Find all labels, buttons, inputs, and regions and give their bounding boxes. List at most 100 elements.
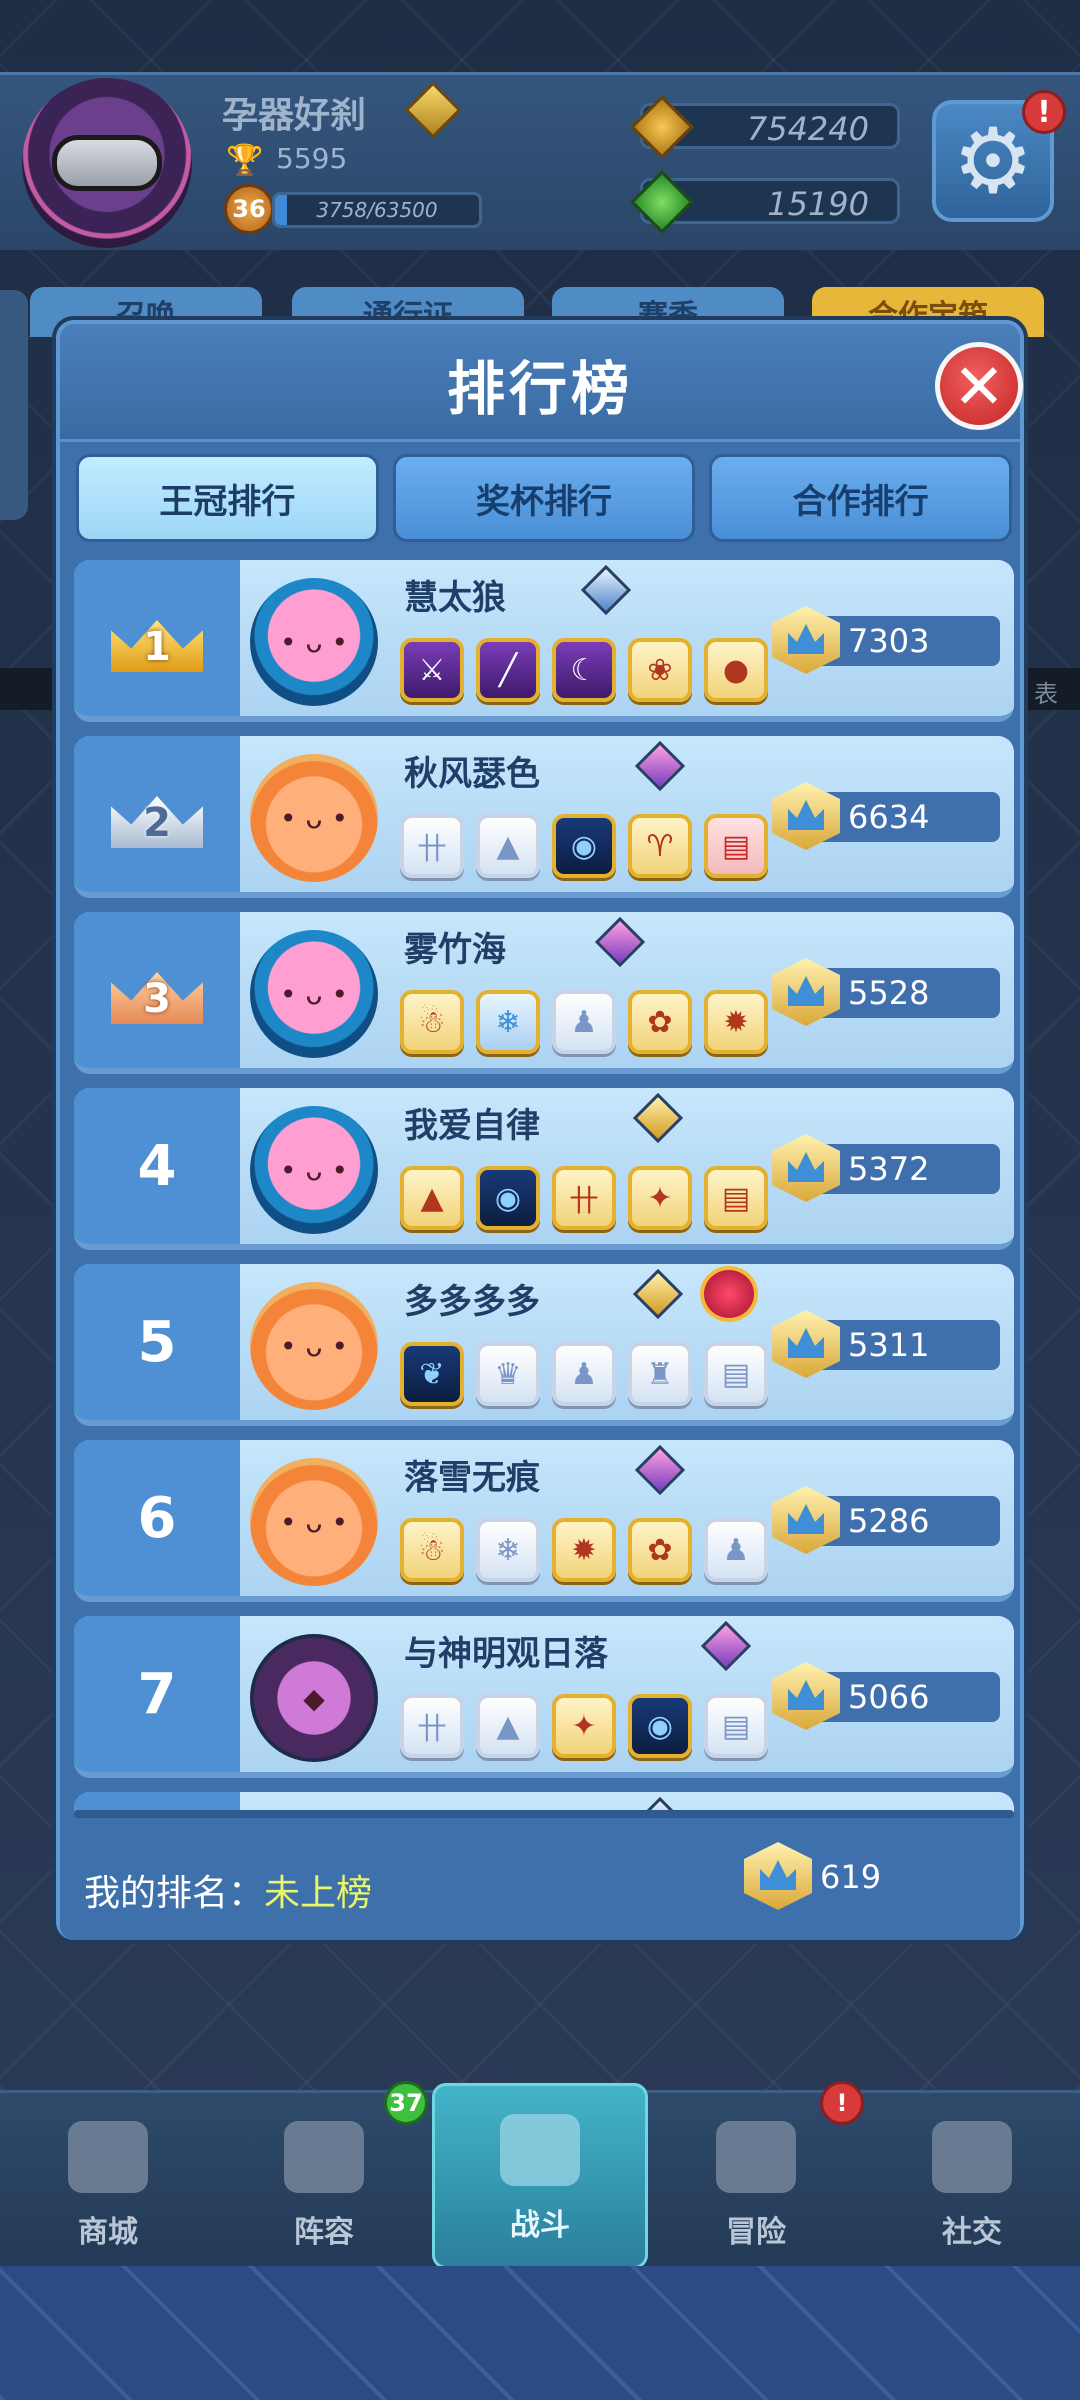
- player-name: 落雪无痕: [404, 1458, 540, 1498]
- lion-card-icon: ◉: [476, 1166, 540, 1230]
- leaderboard-list[interactable]: 1 • ᴗ • 慧太狼 ⚔ ╱ ☾ ❀ ● 7303 2 • ᴗ • 秋风瑟色: [74, 560, 1014, 1812]
- butterfly-card-icon: ✦: [628, 1166, 692, 1230]
- tab-coop-ranking[interactable]: 合作排行: [709, 454, 1013, 542]
- rank-number: 7: [137, 1661, 177, 1727]
- tier-badge-icon: [580, 564, 632, 616]
- heart-badge-icon: [700, 1266, 758, 1322]
- paw-card-icon: ❀: [628, 638, 692, 702]
- my-rank-value: 未上榜: [264, 1873, 373, 1914]
- leaderboard-row[interactable]: 3 • ᴗ • 雾竹海 ☃ ❄ ♟ ✿ ✹ 5528: [74, 912, 1014, 1074]
- lion-card-icon: ◉: [628, 1694, 692, 1758]
- player-name: 孕器好刹: [222, 95, 367, 136]
- lineup-count-badge: 37: [384, 2081, 428, 2125]
- card-lineup: 卄 ▲ ✦ ◉ ▤: [400, 1694, 768, 1758]
- leaderboard-row[interactable]: 4 • ᴗ • 我爱自律 ▲ ◉ 卄 ✦ ▤ 5372: [74, 1088, 1014, 1250]
- nav-battle[interactable]: 战斗: [432, 2083, 648, 2269]
- trophy-icon: 🏆: [226, 143, 264, 178]
- rank-cell: [74, 1792, 240, 1812]
- leaderboard-modal: 排行榜 ✕ 王冠排行 奖杯排行 合作排行 1 • ᴗ • 慧太狼 ⚔ ╱ ☾ ❀…: [56, 320, 1024, 1940]
- silver-crown-icon: 2: [103, 772, 211, 856]
- player-name: 慧太狼: [404, 578, 506, 618]
- tab-crown-ranking[interactable]: 王冠排行: [76, 454, 379, 542]
- coin-counter[interactable]: 754240: [630, 95, 900, 159]
- gem-counter[interactable]: 15190: [630, 170, 900, 234]
- lion-card-icon: ◉: [552, 814, 616, 878]
- nav-label: 阵容: [294, 2215, 354, 2250]
- rune-card-icon: 卄: [400, 814, 464, 878]
- pet-avatar[interactable]: • ᴗ •: [250, 578, 378, 706]
- card-lineup: ⚔ ╱ ☾ ❀ ●: [400, 638, 768, 702]
- leaderboard-row[interactable]: 7 ◆ 与神明观日落 卄 ▲ ✦ ◉ ▤ 5066: [74, 1616, 1014, 1778]
- xp-text: 3758/63500: [316, 198, 438, 222]
- duo-card-icon: ♟: [552, 1342, 616, 1406]
- player-name: 多多多多: [404, 1282, 540, 1322]
- drum-card-icon: ▤: [704, 814, 768, 878]
- drum-card-icon: ▤: [704, 1166, 768, 1230]
- rune-card-icon: 卄: [400, 1694, 464, 1758]
- card-lineup: ▲ ◉ 卄 ✦ ▤: [400, 1166, 768, 1230]
- my-rank-label: 我的排名：未上榜: [84, 1864, 372, 1916]
- leaderboard-row[interactable]: 2 • ᴗ • 秋风瑟色 卄 ▲ ◉ ♈ ▤ 6634: [74, 736, 1014, 898]
- pet-avatar[interactable]: • ᴗ •: [250, 754, 378, 882]
- close-button[interactable]: ✕: [935, 342, 1023, 430]
- frost-card-icon: ❄: [476, 1518, 540, 1582]
- player-name: 我爱自律: [404, 1106, 540, 1146]
- drum-card-icon: ▤: [704, 1342, 768, 1406]
- player-name: 秋风瑟色: [404, 754, 540, 794]
- rank-number: 1: [143, 624, 171, 670]
- pet-avatar[interactable]: • ᴗ •: [250, 1282, 378, 1410]
- leaderboard-row[interactable]: 1 • ᴗ • 慧太狼 ⚔ ╱ ☾ ❀ ● 7303: [74, 560, 1014, 722]
- shop-icon: [68, 2121, 148, 2193]
- rank-number: 3: [143, 976, 171, 1022]
- nav-adventure[interactable]: 冒险 !: [648, 2081, 864, 2269]
- demon-card-icon: ✹: [704, 990, 768, 1054]
- leaderboard-row[interactable]: 5 • ᴗ • 多多多多 ❦ ♛ ♟ ♜ ▤ 5311: [74, 1264, 1014, 1426]
- my-rank-footer: 我的排名：未上榜 619: [60, 1826, 1020, 1940]
- nav-lineup[interactable]: 阵容 37: [216, 2081, 432, 2269]
- duo-card-icon: ♟: [704, 1518, 768, 1582]
- scythe-card-icon: ⚔: [400, 638, 464, 702]
- bottom-nav: 商城 阵容 37 战斗 冒险 ! 社交: [0, 2081, 1080, 2269]
- snowman-card-icon: ☃: [400, 1518, 464, 1582]
- potion-card-icon: ●: [704, 638, 768, 702]
- level-badge: 36: [224, 184, 274, 234]
- tier-badge-icon: [700, 1620, 752, 1672]
- pet-avatar[interactable]: ◆: [250, 1634, 378, 1762]
- crossed-swords-icon: [500, 2114, 580, 2186]
- tab-trophy-ranking[interactable]: 奖杯排行: [392, 454, 696, 542]
- gear-icon: ⚙: [952, 108, 1034, 214]
- pet-avatar[interactable]: • ᴗ •: [250, 1106, 378, 1234]
- my-rank-label-text: 我的排名：: [84, 1873, 265, 1914]
- tier-badge-icon: [594, 916, 646, 968]
- player-name: 雾竹海: [404, 930, 506, 970]
- rank-cell: 6: [74, 1440, 240, 1596]
- rank-cell: 5: [74, 1264, 240, 1420]
- card-lineup: ❦ ♛ ♟ ♜ ▤: [400, 1342, 768, 1406]
- player-avatar[interactable]: [22, 78, 192, 248]
- card-lineup: ☃ ❄ ✹ ✿ ♟: [400, 1518, 768, 1582]
- leaderboard-row[interactable]: 6 • ᴗ • 落雪无痕 ☃ ❄ ✹ ✿ ♟ 5286: [74, 1440, 1014, 1602]
- volcano-card-icon: ▲: [476, 814, 540, 878]
- tier-badge-icon: [634, 1444, 686, 1496]
- settings-alert-badge: !: [1022, 90, 1066, 134]
- leaderboard-row[interactable]: 我是始皇: [74, 1792, 1014, 1812]
- rank-number: 5: [137, 1309, 177, 1375]
- adventure-alert-badge: !: [820, 2081, 864, 2125]
- pet-avatar[interactable]: • ᴗ •: [250, 1458, 378, 1586]
- rank-cell: 7: [74, 1616, 240, 1772]
- nav-label: 商城: [78, 2215, 138, 2250]
- volcano-card-icon: ▲: [400, 1166, 464, 1230]
- tier-badge-icon: [632, 1268, 684, 1320]
- ghost-card-icon: ☾: [552, 638, 616, 702]
- modal-header: 排行榜: [60, 324, 1020, 442]
- pet-avatar[interactable]: • ᴗ •: [250, 930, 378, 1058]
- modal-title: 排行榜: [446, 355, 633, 423]
- chat-icon: [932, 2121, 1012, 2193]
- trophy-count: 5595: [276, 142, 348, 175]
- xp-bar: 3758/63500: [272, 192, 482, 228]
- nav-shop[interactable]: 商城: [0, 2093, 216, 2269]
- blossom-card-icon: ✿: [628, 990, 692, 1054]
- drum-card-icon: ▤: [704, 1694, 768, 1758]
- tier-badge-icon: [634, 740, 686, 792]
- nav-social[interactable]: 社交: [864, 2093, 1080, 2269]
